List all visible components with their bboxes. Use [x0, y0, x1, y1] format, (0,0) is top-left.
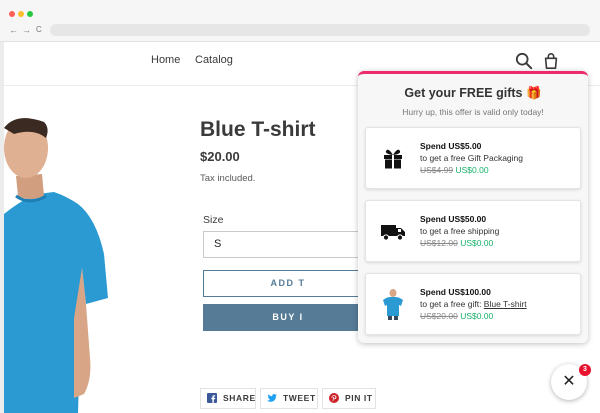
offer-description: to get a free shipping	[420, 226, 500, 236]
tshirt-icon	[383, 289, 403, 320]
twitter-share-button[interactable]: TWEET	[260, 388, 318, 409]
popup-subtitle: Hurry up, this offer is valid only today…	[402, 107, 544, 117]
gift-icon	[384, 149, 402, 169]
product-price: $20.00	[200, 149, 240, 164]
reload-icon[interactable]: C	[36, 24, 42, 36]
truck-icon	[381, 225, 405, 241]
address-bar[interactable]	[50, 24, 590, 36]
offer-card-free-tshirt[interactable]: Spend US$100.00 to get a free gift: Blue…	[365, 273, 581, 335]
window-maximize-dot[interactable]	[27, 11, 33, 17]
offer-card-gift-packaging[interactable]: Spend US$5.00 to get a free Gift Packagi…	[365, 127, 581, 189]
offer-card-free-shipping[interactable]: Spend US$50.00 to get a free shipping US…	[365, 200, 581, 262]
popup-title: Get your FREE gifts 🎁	[358, 86, 588, 101]
old-price: US$20.00	[420, 311, 458, 321]
offer-heading: Spend US$5.00	[420, 141, 482, 151]
offer-description-text: to get a free gift:	[420, 299, 484, 309]
offer-description: to get a free gift: Blue T-shirt	[420, 299, 527, 309]
offer-prices: US$4.99 US$0.00	[420, 165, 489, 175]
facebook-icon	[207, 393, 217, 403]
offer-prices: US$20.00 US$0.00	[420, 311, 493, 321]
product-image[interactable]	[4, 118, 124, 413]
facebook-share-label: SHARE	[223, 393, 256, 403]
forward-arrow-icon[interactable]: →	[22, 24, 31, 36]
facebook-share-button[interactable]: SHARE	[200, 388, 256, 409]
old-price: US$12.00	[420, 238, 458, 248]
nav-home-link[interactable]: Home	[151, 54, 180, 66]
gift-emoji-icon: 🎁	[525, 86, 542, 100]
cart-icon[interactable]	[542, 52, 560, 70]
twitter-share-label: TWEET	[283, 393, 316, 403]
size-select[interactable]: S	[203, 231, 373, 258]
pinterest-share-button[interactable]: PIN IT	[322, 388, 376, 409]
pinterest-icon	[329, 393, 339, 403]
new-price: US$0.00	[460, 238, 494, 248]
offer-description: to get a free Gift Packaging	[420, 153, 524, 163]
twitter-icon	[267, 394, 277, 402]
gift-product-link[interactable]: Blue T-shirt	[484, 299, 527, 309]
window-minimize-dot[interactable]	[18, 11, 24, 17]
buy-now-button[interactable]: BUY I	[203, 304, 373, 331]
tax-note: Tax included.	[200, 173, 256, 184]
offer-heading: Spend US$50.00	[420, 214, 487, 224]
add-to-cart-button[interactable]: ADD T	[203, 270, 373, 297]
popup-title-text: Get your FREE gifts	[404, 86, 523, 100]
browser-chrome: ← → C	[0, 0, 600, 42]
pinterest-share-label: PIN IT	[345, 393, 373, 403]
offer-prices: US$12.00 US$0.00	[420, 238, 493, 248]
free-gifts-popup: Get your FREE gifts 🎁 Hurry up, this off…	[358, 71, 588, 343]
new-price: US$0.00	[460, 311, 494, 321]
search-icon[interactable]	[515, 52, 533, 70]
window-close-dot[interactable]	[9, 11, 15, 17]
notification-badge: 3	[579, 364, 591, 376]
offer-heading: Spend US$100.00	[420, 287, 491, 297]
new-price: US$0.00	[455, 165, 489, 175]
product-title: Blue T-shirt	[200, 118, 316, 141]
size-label: Size	[203, 214, 224, 226]
old-price: US$4.99	[420, 165, 454, 175]
back-arrow-icon[interactable]: ←	[9, 24, 18, 36]
nav-catalog-link[interactable]: Catalog	[195, 54, 233, 66]
